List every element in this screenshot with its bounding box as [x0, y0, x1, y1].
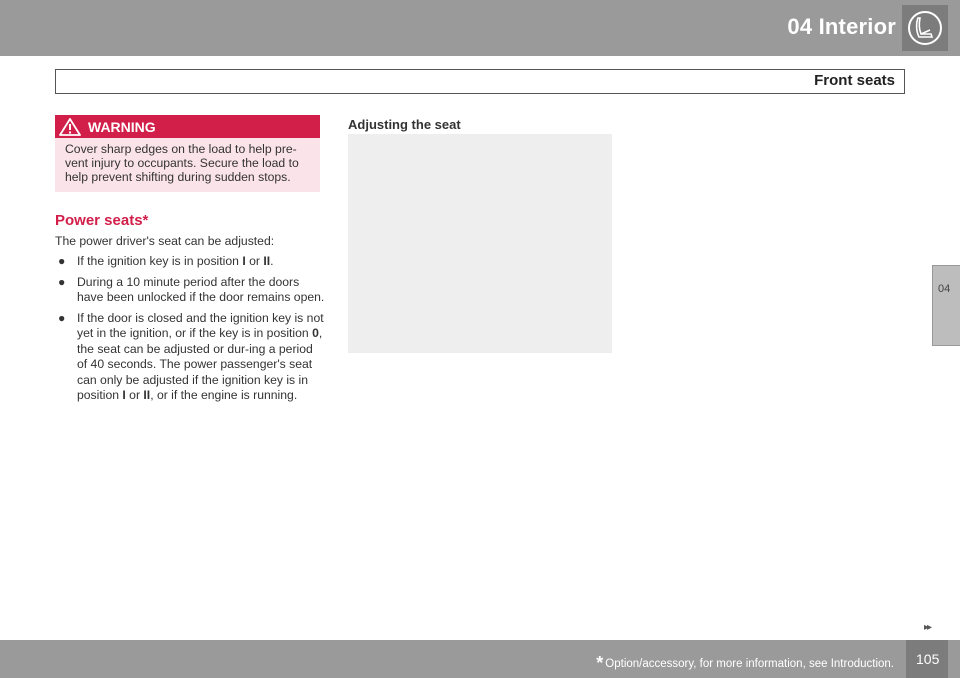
warning-box: WARNING Cover sharp edges on the load to…: [55, 115, 320, 192]
chapter-title: 04 Interior: [787, 14, 896, 39]
bullet-text: or: [125, 388, 144, 402]
warning-triangle-icon: [59, 118, 81, 136]
footer-band: * Option/accessory, for more information,…: [0, 640, 960, 678]
adjusting-seat-heading: Adjusting the seat: [348, 117, 461, 132]
bullet-text: .: [270, 254, 274, 268]
chapter-tab-label: 04: [938, 283, 951, 295]
bullet-text: During a 10 minute period after the door…: [77, 274, 325, 305]
bullet-icon: ●: [58, 310, 66, 325]
bullet-bold: 0: [312, 326, 319, 340]
list-item: ● If the door is closed and the ignition…: [55, 311, 325, 404]
footnote-text: Option/accessory, for more information, …: [605, 658, 894, 670]
list-item: ● During a 10 minute period after the do…: [55, 275, 325, 306]
list-item: ● If the ignition key is in position I o…: [55, 254, 325, 270]
bullet-text: , or if the engine is running.: [150, 388, 298, 402]
footnote: * Option/accessory, for more information,…: [596, 653, 894, 674]
warning-label: WARNING: [88, 119, 156, 135]
footnote-star: *: [596, 653, 604, 673]
bullet-icon: ●: [58, 274, 66, 289]
warning-text: Cover sharp edges on the load to help pr…: [65, 142, 299, 184]
bullet-icon: ●: [58, 254, 66, 268]
page-number-box: 105: [906, 640, 948, 678]
bullet-text: If the door is closed and the ignition k…: [77, 310, 324, 341]
seat-illustration-placeholder: [348, 134, 612, 353]
power-seats-list: ● If the ignition key is in position I o…: [55, 254, 325, 409]
warning-header: WARNING: [55, 115, 320, 138]
next-page-arrows-icon[interactable]: ▸▸: [924, 622, 932, 633]
header-band: 04 Interior: [0, 0, 960, 56]
section-title: Front seats: [814, 72, 895, 89]
power-seats-intro: The power driver's seat can be adjusted:: [55, 234, 275, 248]
chapter-icon-box: [902, 5, 948, 51]
power-seats-heading: Power seats*: [55, 212, 149, 229]
seat-icon: [908, 11, 942, 45]
bullet-text: If the ignition key is in position: [77, 254, 243, 268]
section-bar: Front seats: [55, 69, 905, 94]
bullet-text: or: [245, 254, 264, 268]
chapter-tab[interactable]: 04: [932, 265, 960, 346]
page-number: 105: [916, 651, 940, 667]
